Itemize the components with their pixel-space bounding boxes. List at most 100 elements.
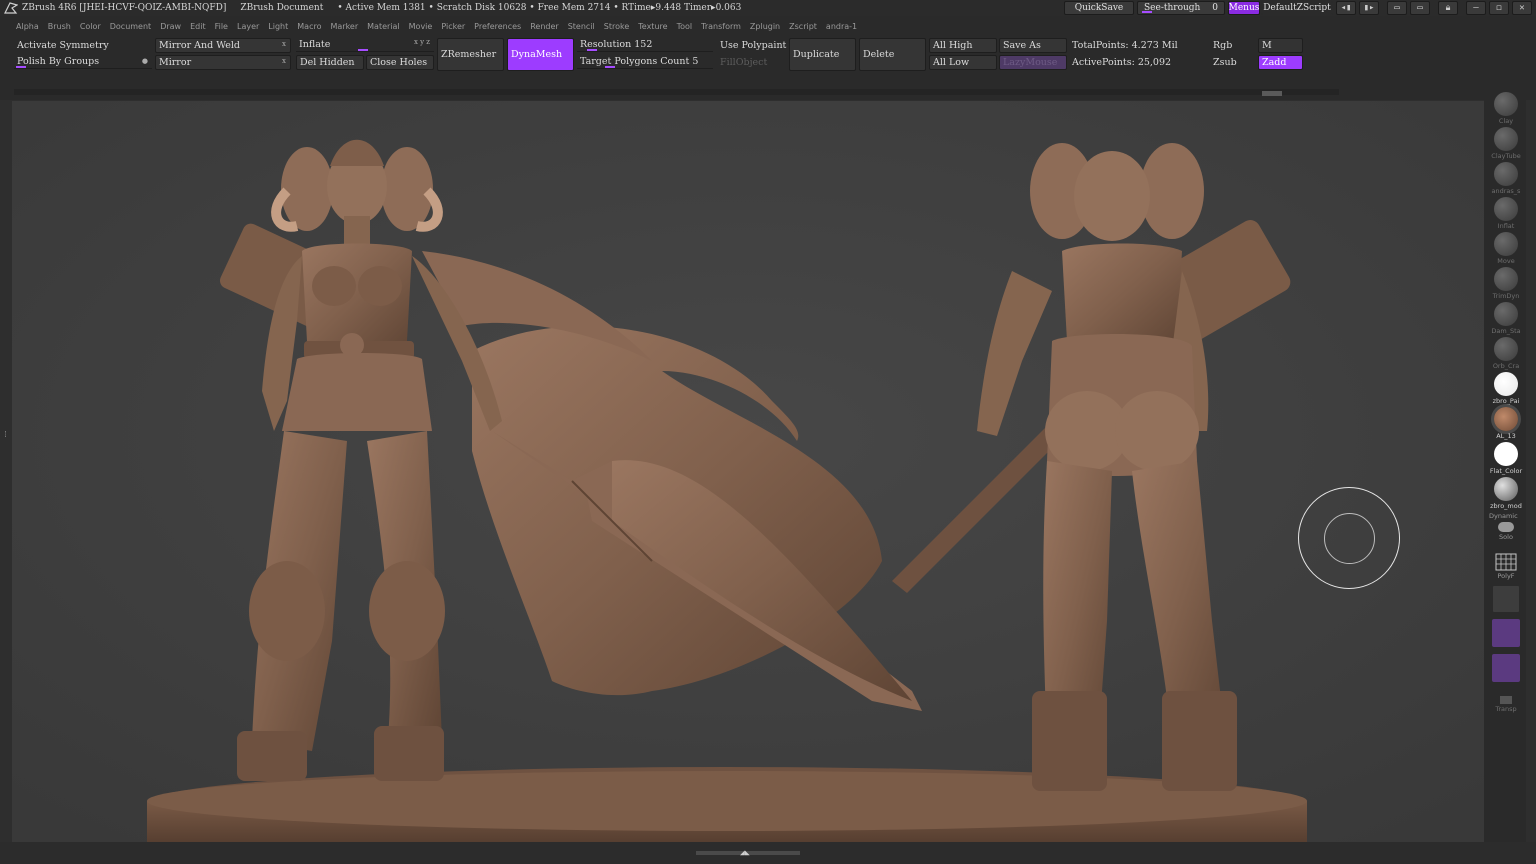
menu-transform[interactable]: Transform xyxy=(701,22,741,31)
resolution-slider[interactable]: Resolution 152 xyxy=(577,37,713,52)
ghost-mode-icon[interactable] xyxy=(1492,619,1520,647)
menu-preferences[interactable]: Preferences xyxy=(474,22,521,31)
ui-layout-1-icon[interactable]: ▭ xyxy=(1387,1,1407,15)
menu-edit[interactable]: Edit xyxy=(190,22,206,31)
resolution-slider-knob xyxy=(587,49,597,51)
menus-toggle-button[interactable]: Menus xyxy=(1228,1,1260,15)
lazymouse-button[interactable]: LazyMouse xyxy=(999,55,1067,70)
save-as-button[interactable]: Save As xyxy=(999,38,1067,53)
layout-prev-icon[interactable]: ◂▮ xyxy=(1336,1,1356,15)
delete-button[interactable]: Delete xyxy=(859,38,926,71)
solo-button[interactable]: Solo xyxy=(1486,520,1526,544)
bottom-tray: ◢◣ xyxy=(0,842,1536,864)
expand-arrows-icon[interactable]: ◢◣ xyxy=(740,848,750,857)
menu-document[interactable]: Document xyxy=(110,22,151,31)
menu-zplugin[interactable]: Zplugin xyxy=(750,22,780,31)
polyframe-button[interactable]: PolyF xyxy=(1486,550,1526,586)
menu-material[interactable]: Material xyxy=(367,22,400,31)
right-shelf-item-orbcracks[interactable]: Orb_Cra xyxy=(1486,335,1526,371)
see-through-slider[interactable]: See-through 0 xyxy=(1137,1,1225,15)
menu-stencil[interactable]: Stencil xyxy=(568,22,595,31)
menu-draw[interactable]: Draw xyxy=(160,22,181,31)
right-shelf-item-damstandard[interactable]: Dam_Sta xyxy=(1486,300,1526,336)
damstandard-brush-icon xyxy=(1494,302,1518,326)
right-shelf-item-trimdynamic[interactable]: TrimDyn xyxy=(1486,265,1526,301)
menu-render[interactable]: Render xyxy=(530,22,558,31)
menu-tool[interactable]: Tool xyxy=(677,22,693,31)
target-polygons-slider[interactable]: Target Polygons Count 5 xyxy=(577,54,713,69)
mirror-button[interactable]: Mirror x xyxy=(155,55,291,70)
ui-layout-2-icon[interactable]: ▭ xyxy=(1410,1,1430,15)
canvas-viewport[interactable] xyxy=(12,100,1484,842)
right-shelf-item-alpha[interactable]: AL_13 xyxy=(1486,405,1526,441)
right-shelf-item-move[interactable]: Move xyxy=(1486,230,1526,266)
left-tray-grip-icon[interactable]: ⁞ xyxy=(3,430,8,440)
right-shelf-item-flatcolor[interactable]: Flat_Color xyxy=(1486,440,1526,476)
menu-marker[interactable]: Marker xyxy=(330,22,358,31)
trimdynamic-brush-label: TrimDyn xyxy=(1492,292,1520,300)
inflate-slider[interactable]: Inflate x y z xyxy=(296,37,434,52)
menu-texture[interactable]: Texture xyxy=(638,22,667,31)
menu-alpha[interactable]: Alpha xyxy=(16,22,39,31)
right-shelf-item-paint[interactable]: zbro_Pai xyxy=(1486,370,1526,406)
left-tray[interactable]: ⁞ xyxy=(0,100,12,842)
rgb-button[interactable]: Rgb xyxy=(1210,38,1256,53)
shelf-scroll-knob[interactable] xyxy=(1262,91,1282,96)
all-low-button[interactable]: All Low xyxy=(929,55,997,70)
lock-icon[interactable]: 🔒︎ xyxy=(1438,1,1458,15)
menu-zscript[interactable]: Zscript xyxy=(789,22,817,31)
use-polypaint-button[interactable]: Use Polypaint xyxy=(717,38,787,53)
close-icon[interactable]: ✕ xyxy=(1512,1,1532,15)
save-as-label: Save As xyxy=(1003,40,1041,51)
mirror-and-weld-button[interactable]: Mirror And Weld x xyxy=(155,38,291,53)
dynamesh-button[interactable]: DynaMesh xyxy=(507,38,574,71)
menu-stroke[interactable]: Stroke xyxy=(604,22,630,31)
right-shelf-item-zbromod[interactable]: zbro_mod xyxy=(1486,475,1526,511)
zsub-button[interactable]: Zsub xyxy=(1210,55,1256,70)
menu-brush[interactable]: Brush xyxy=(48,22,71,31)
fillobject-button[interactable]: FillObject xyxy=(717,55,787,70)
default-zscript-button[interactable]: DefaultZScript xyxy=(1261,1,1333,15)
right-shelf-item-clay[interactable]: Clay xyxy=(1486,90,1526,126)
activate-symmetry-button[interactable]: Activate Symmetry xyxy=(14,38,152,53)
transparency-toggle-icon[interactable] xyxy=(1492,585,1520,613)
menu-color[interactable]: Color xyxy=(80,22,101,31)
target-polygons-label: Target Polygons Count 5 xyxy=(580,55,699,67)
m-button[interactable]: M xyxy=(1258,38,1303,53)
menu-light[interactable]: Light xyxy=(268,22,288,31)
menu-layer[interactable]: Layer xyxy=(237,22,259,31)
right-shelf-item-inflate[interactable]: Inflat xyxy=(1486,195,1526,231)
rgb-label: Rgb xyxy=(1213,40,1233,51)
del-hidden-button[interactable]: Del Hidden xyxy=(296,55,364,70)
zadd-button[interactable]: Zadd xyxy=(1258,55,1303,70)
all-low-label: All Low xyxy=(933,57,970,68)
inflate-slider-knob xyxy=(358,49,368,51)
xpose-mode-icon[interactable] xyxy=(1492,654,1520,682)
shelf-scroll-strip[interactable] xyxy=(14,89,1339,95)
resolution-label: Resolution 152 xyxy=(580,38,653,50)
menu-picker[interactable]: Picker xyxy=(441,22,465,31)
menu-custom-andra[interactable]: andra-1 xyxy=(826,22,857,31)
minimize-icon[interactable]: – xyxy=(1466,1,1486,15)
maximize-icon[interactable]: ◻ xyxy=(1489,1,1509,15)
right-tray-edge[interactable] xyxy=(1526,100,1536,842)
quicksave-button[interactable]: QuickSave xyxy=(1064,1,1134,15)
memory-stats: • Active Mem 1381 • Scratch Disk 10628 •… xyxy=(337,3,742,13)
menu-macro[interactable]: Macro xyxy=(297,22,321,31)
right-shelf-item-claytube[interactable]: ClayTube xyxy=(1486,125,1526,161)
menu-movie[interactable]: Movie xyxy=(409,22,433,31)
custom-brush-icon xyxy=(1494,162,1518,186)
zremesher-button[interactable]: ZRemesher xyxy=(437,38,504,71)
right-shelf-item-andras[interactable]: andras_s xyxy=(1486,160,1526,196)
menu-file[interactable]: File xyxy=(215,22,228,31)
duplicate-button[interactable]: Duplicate xyxy=(789,38,856,71)
title-bar: ZBrush 4R6 [JHEI-HCVF-QOIZ-AMBI-NQFD] ZB… xyxy=(0,0,1536,16)
claytube-brush-label: ClayTube xyxy=(1491,152,1521,160)
move-brush-label: Move xyxy=(1497,257,1515,265)
polish-by-groups-slider[interactable]: Polish By Groups ● xyxy=(14,54,152,69)
layout-next-icon[interactable]: ▮▸ xyxy=(1359,1,1379,15)
close-holes-button[interactable]: Close Holes xyxy=(366,55,434,70)
trimdynamic-brush-icon xyxy=(1494,267,1518,291)
transp-button[interactable]: Transp xyxy=(1486,693,1526,717)
all-high-button[interactable]: All High xyxy=(929,38,997,53)
